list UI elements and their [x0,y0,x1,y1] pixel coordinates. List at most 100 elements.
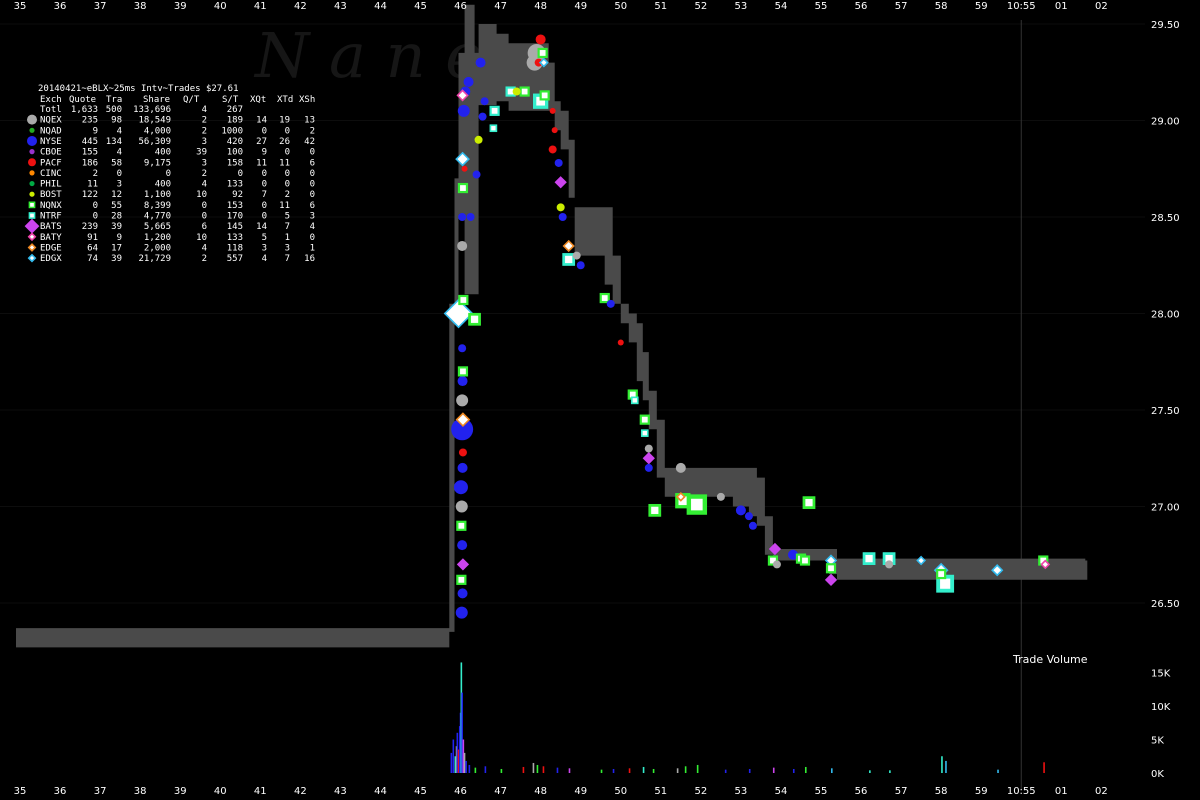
table-cell-qt: 2 [202,126,207,136]
trade-marker [644,463,653,472]
trade-marker [480,97,489,106]
price-tick-label: 29.00 [1151,117,1180,128]
trade-marker [535,34,546,45]
volume-bar [889,770,891,773]
trade-marker [554,158,563,167]
volume-bar [792,768,795,773]
trade-marker [617,339,624,346]
table-cell-xqt: 0 [262,201,267,211]
time-tick-label-top: 50 [614,1,627,12]
table-cell-xtd: 11 [279,158,290,168]
time-tick-label-top: 40 [214,1,227,12]
table-cell-xtd: 0 [285,126,290,136]
table-cell-share: 1,200 [144,233,171,243]
tape-chart: N a n e x 0K5K10K15K 26.5027.0027.5028.0… [0,0,1200,800]
volume-bar [941,756,943,773]
trade-marker [802,496,816,510]
trade-marker [599,292,610,304]
table-cell-xsh: 1 [310,243,315,253]
table-cell-st: 133 [227,180,243,190]
table-cell-xqt: 0 [262,169,267,179]
table-cell-st: 92 [232,190,243,200]
table-cell-xtd: 5 [285,212,290,222]
time-tick-label-bottom: 48 [534,786,547,797]
trade-marker [466,213,475,221]
trade-marker [748,521,757,530]
time-tick-label-bottom: 53 [735,786,748,797]
table-cell-share: 9,175 [144,158,171,168]
time-tick-label-top: 37 [94,1,107,12]
table-header-cell: Quote [69,95,96,105]
table-cell-xqt: 0 [262,126,267,136]
table-cell-xsh: 0 [310,233,315,243]
trade-marker [457,462,468,473]
volume-bar [869,770,871,773]
trade-marker [474,135,483,144]
table-cell-tra: 55 [111,201,122,211]
time-tick-label-bottom: 02 [1095,786,1108,797]
table-header-cell: XTd [277,95,293,105]
table-cell-exch: CBOE [40,148,62,158]
time-tick-label-bottom: 59 [975,786,988,797]
trade-marker [458,294,469,306]
table-cell-xtd: 7 [285,254,290,264]
trade-marker [551,127,558,134]
trade-marker [458,448,467,457]
table-cell-xqt: 9 [262,148,267,158]
trade-marker [558,213,567,221]
trade-marker [885,560,894,569]
trade-marker [572,251,581,260]
volume-bar [628,768,631,773]
trade-marker [457,104,470,117]
table-cell-st: 189 [227,116,243,126]
table-cell-st: 267 [227,105,243,115]
volume-bar [536,764,539,773]
table-cell-exch: NQAD [40,126,62,136]
table-header-cell: XSh [299,95,315,105]
table-cell-st: 420 [227,137,243,147]
table-cell-xsh: 13 [304,116,315,126]
time-tick-label-bottom: 01 [1055,786,1068,797]
time-tick-label-bottom: 42 [294,786,307,797]
time-tick-label-top: 43 [334,1,347,12]
table-cell-xtd: 19 [279,116,290,126]
trade-marker [716,492,725,501]
table-cell-share: 56,309 [138,137,171,147]
time-tick-label-bottom: 57 [895,786,908,797]
trade-marker [825,563,837,574]
time-tick-label-top: 36 [54,1,67,12]
table-cell-st: 145 [227,222,243,232]
table-cell-tra: 134 [106,137,122,147]
time-tick-label-top: 35 [14,1,27,12]
volume-bar [500,768,503,773]
table-cell-quote: 74 [87,254,98,264]
legend-marker [27,114,37,125]
table-cell-xsh: 0 [310,148,315,158]
table-cell-xqt: 14 [256,222,267,232]
time-tick-label-top: 10:55 [1007,1,1036,12]
table-cell-exch: Totl [40,105,62,115]
time-tick-label-bottom: 10:55 [1007,786,1036,797]
table-cell-exch: BOST [40,190,62,200]
table-cell-tra: 4 [117,148,122,158]
table-cell-exch: NYSE [40,137,62,147]
table-cell-xtd: 3 [285,243,290,253]
time-tick-label-top: 42 [294,1,307,12]
trade-marker [562,253,576,266]
table-cell-qt: 6 [202,222,207,232]
table-cell-xtd: 7 [285,222,290,232]
time-tick-label-top: 55 [815,1,828,12]
trade-marker [457,182,469,194]
time-tick-label-top: 45 [414,1,427,12]
table-cell-exch: CINC [40,169,62,179]
time-tick-label-bottom: 47 [494,786,507,797]
price-tick-label: 27.00 [1151,503,1180,514]
table-cell-tra: 12 [111,190,122,200]
table-cell-tra: 98 [111,116,122,126]
trade-marker [519,86,530,97]
trade-marker [512,87,521,96]
time-tick-label-top: 56 [855,1,868,12]
trade-marker [772,560,781,569]
trade-marker [461,165,468,172]
trade-marker [456,574,467,585]
